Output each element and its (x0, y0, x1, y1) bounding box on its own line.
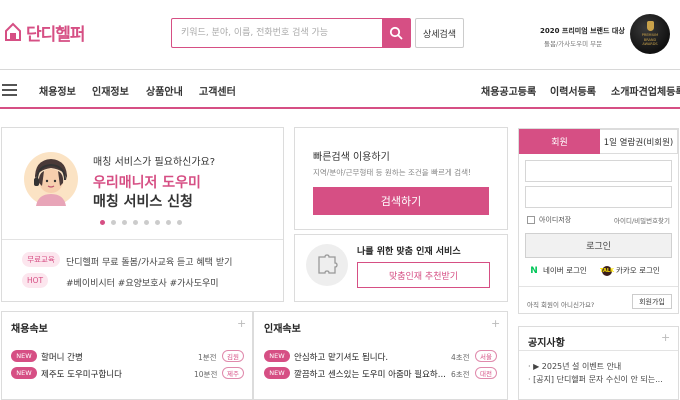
site-logo[interactable]: 단디헬퍼 (4, 18, 96, 46)
new-badge: NEW (264, 367, 290, 379)
job-news-title: 채용속보 (11, 324, 48, 335)
match-title: 나를 위한 맞춤 인재 서비스 (357, 247, 461, 257)
notice-more-icon[interactable]: + (661, 331, 670, 344)
not-member-text: 아직 회원이 아니신가요? (527, 301, 595, 309)
nav-item-talent[interactable]: 인재정보 (92, 83, 129, 98)
new-badge: NEW (11, 350, 37, 362)
tab-member[interactable]: 회원 (519, 129, 600, 154)
job-news-more-icon[interactable]: + (237, 317, 246, 330)
banner-divider (2, 239, 283, 240)
brand-name: 단디헬퍼 (26, 24, 86, 45)
puzzle-icon (306, 244, 348, 286)
talent-news-row-title[interactable]: 안심하고 맡기셔도 됩니다. (294, 351, 388, 363)
home-logo-icon (5, 22, 21, 41)
search-icon (389, 26, 403, 40)
nav-underline (0, 107, 680, 109)
join-button[interactable]: 회원가입 (632, 294, 672, 309)
quick-search-button[interactable]: 검색하기 (313, 187, 489, 215)
award-subtitle: 돌봄/가사도우미 부문 (544, 40, 603, 48)
hot-tag: HOT (22, 273, 48, 288)
new-badge: NEW (264, 350, 290, 362)
carousel-dots (100, 220, 182, 225)
new-badge: NEW (11, 367, 37, 379)
carousel-dot[interactable] (111, 220, 116, 225)
talent-news-row-title[interactable]: 깔끔하고 센스있는 도우미 아줌마 필요하... (294, 368, 446, 380)
login-divider (519, 286, 678, 287)
nav-item-post-job[interactable]: 채용공고등록 (481, 83, 536, 98)
naver-login-label: 네이버 로그인 (543, 266, 587, 275)
notice-row[interactable]: · ▶ 2025년 설 이벤트 안내 (528, 361, 674, 372)
banner-title-pink[interactable]: 우리매니저 도우미 (93, 172, 201, 192)
job-news-row-time: 10분전 (194, 370, 218, 379)
carousel-dot[interactable] (100, 220, 105, 225)
password-input[interactable] (526, 189, 671, 210)
job-news-row-title[interactable]: 제주도 도우미구합니다 (41, 368, 122, 380)
free-edu-tag: 무료교육 (22, 252, 60, 267)
menu-icon[interactable] (2, 84, 17, 96)
crest-icon (646, 21, 654, 32)
password-field[interactable] (525, 186, 672, 210)
carousel-dot[interactable] (177, 220, 182, 225)
talent-news-title: 인재속보 (264, 324, 301, 335)
talent-news-row-location: 서울 (475, 350, 497, 362)
talent-news-row-time: 4초전 (451, 353, 470, 362)
award-badge: PREMIUM BRAND AWARDS (630, 14, 670, 54)
nav-item-products[interactable]: 상품안내 (146, 83, 183, 98)
match-recommend-button[interactable]: 맞춤인재 추천받기 (357, 262, 490, 288)
talent-news-row-time: 6초전 (451, 370, 470, 379)
headset-manager-icon (24, 152, 78, 206)
find-id-password-link[interactable]: 아이디/비밀번호찾기 (614, 215, 670, 225)
carousel-dot[interactable] (144, 220, 149, 225)
notice-row[interactable]: · [공지] 단디헬퍼 문자 수신이 안 되는... (528, 374, 674, 385)
notice-title: 공지사항 (528, 338, 565, 349)
carousel-dot[interactable] (166, 220, 171, 225)
talent-news-more-icon[interactable]: + (491, 317, 500, 330)
award-badge-line: AWARDS (642, 42, 658, 47)
tab-guest[interactable]: 1일 열람권(비회원) (600, 129, 678, 154)
header-divider (0, 69, 680, 70)
job-news-row-location: 제주 (222, 367, 244, 379)
id-field[interactable] (525, 160, 672, 184)
advanced-search-button[interactable]: 상세검색 (415, 18, 464, 48)
kakao-icon: TALK (600, 265, 614, 276)
search-button[interactable] (382, 19, 410, 47)
quick-search-title: 빠른검색 이용하기 (313, 152, 390, 163)
id-input[interactable] (526, 163, 671, 184)
carousel-dot[interactable] (155, 220, 160, 225)
save-id-label: 아이디저장 (539, 216, 572, 224)
job-news-row-time: 1분전 (198, 353, 217, 362)
job-news-row-location: 김원 (222, 350, 244, 362)
banner-title-dark[interactable]: 매칭 서비스 신청 (93, 191, 193, 211)
save-id-checkbox[interactable]: 아이디저장 (527, 215, 571, 225)
search-box (171, 18, 411, 48)
kakao-login[interactable]: TALK 카카오 로그인 (600, 265, 660, 276)
naver-icon: N (529, 265, 539, 276)
nav-item-jobs[interactable]: 채용정보 (39, 83, 76, 98)
job-news-row-title[interactable]: 할머니 간병 (41, 351, 83, 363)
quick-search-subtitle: 지역/분야/근무형태 등 원하는 조건을 빠르게 검색! (313, 168, 471, 177)
carousel-dot[interactable] (133, 220, 138, 225)
notice-divider (519, 350, 678, 351)
talent-news-row-location: 대전 (475, 367, 497, 379)
login-button[interactable]: 로그인 (525, 233, 672, 258)
banner-question: 매칭 서비스가 필요하신가요? (93, 157, 216, 168)
kakao-login-label: 카카오 로그인 (616, 266, 660, 275)
free-edu-link[interactable]: 단디헬퍼 무료 돌봄/가사교육 듣고 혜택 받기 (66, 255, 232, 268)
hot-keywords[interactable]: #베이비시터 #요양보호사 #가사도우미 (66, 276, 219, 289)
nav-item-support[interactable]: 고객센터 (199, 83, 236, 98)
nav-item-agency-register[interactable]: 소개파견업체등록 (611, 83, 680, 98)
search-input[interactable] (172, 19, 382, 47)
carousel-dot[interactable] (122, 220, 127, 225)
naver-login[interactable]: N 네이버 로그인 (529, 265, 587, 276)
nav-item-post-resume[interactable]: 이력서등록 (550, 83, 596, 98)
checkbox-icon[interactable] (527, 216, 535, 224)
